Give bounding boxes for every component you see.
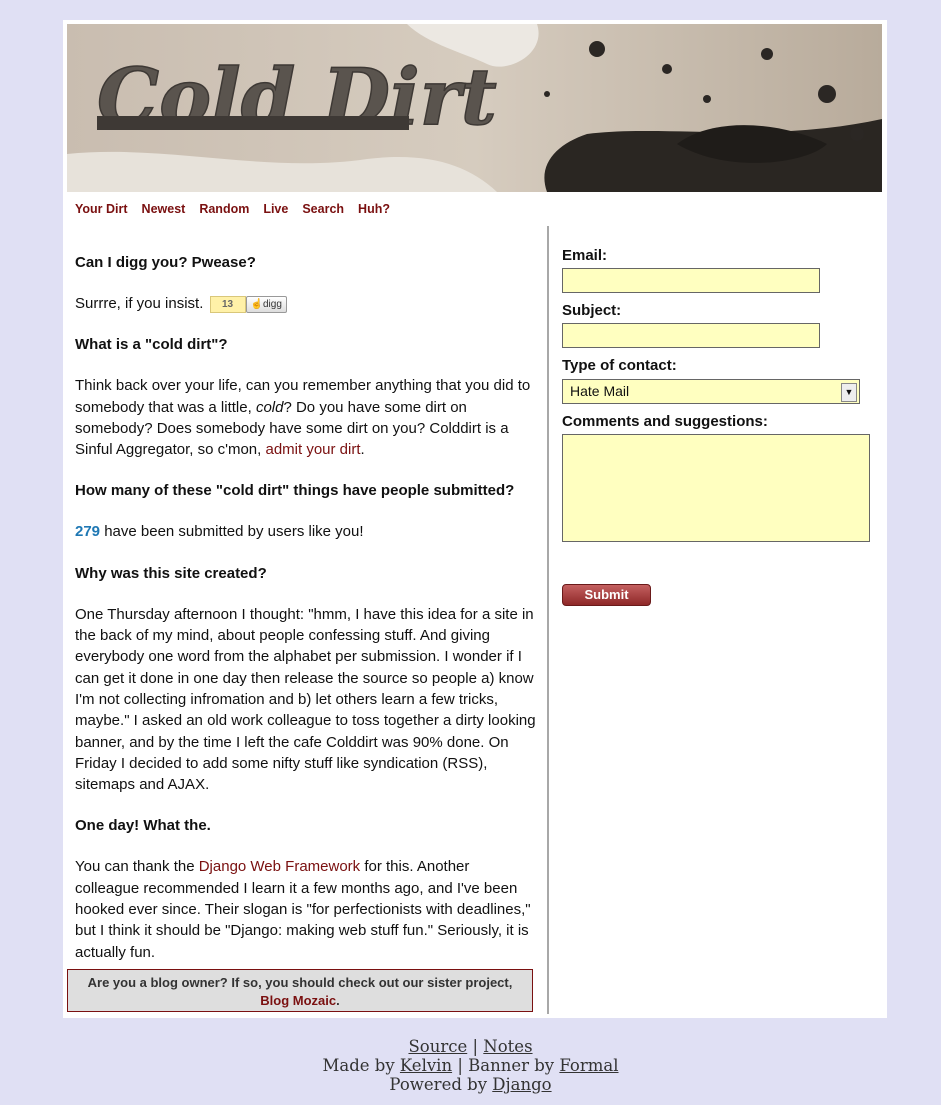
footer-line-1: Source | Notes	[408, 1037, 533, 1056]
main-nav: Your Dirt Newest Random Live Search Huh?	[75, 202, 404, 216]
submission-count: 279	[75, 523, 101, 541]
digg-widget[interactable]: 13 ☝digg	[209, 295, 287, 313]
thumbs-up-icon: ☝	[250, 298, 263, 310]
nav-huh[interactable]: Huh?	[358, 202, 390, 216]
nav-random[interactable]: Random	[199, 202, 249, 216]
site-banner[interactable]: Cold Dirt	[67, 24, 882, 192]
type-label: Type of contact:	[562, 357, 677, 374]
django-framework-link[interactable]: Django Web Framework	[199, 858, 360, 875]
contact-type-select[interactable]: Hate Mail ▼	[562, 379, 860, 404]
email-field[interactable]	[562, 268, 820, 293]
digg-count: 13	[209, 295, 246, 313]
faq-answer-count: 279 have been submitted by users like yo…	[75, 523, 364, 541]
faq-answer-digg: Surrre, if you insist. 13 ☝digg	[75, 293, 537, 314]
comments-textarea[interactable]	[562, 434, 870, 542]
submit-button[interactable]: Submit	[562, 584, 651, 606]
contact-form: Email: Subject: Type of contact: Hate Ma…	[562, 248, 870, 606]
kelvin-link[interactable]: Kelvin	[400, 1056, 452, 1075]
banner-image: Cold Dirt	[67, 24, 882, 192]
footer-line-2: Made by Kelvin | Banner by Formal	[322, 1056, 619, 1075]
nav-newest[interactable]: Newest	[142, 202, 186, 216]
footer: Source | Notes Made by Kelvin | Banner b…	[0, 1037, 941, 1094]
subject-field[interactable]	[562, 323, 820, 348]
nav-search[interactable]: Search	[302, 202, 344, 216]
sister-project-box: Are you a blog owner? If so, you should …	[67, 969, 533, 1012]
admit-your-dirt-link[interactable]: admit your dirt	[265, 441, 360, 458]
source-link[interactable]: Source	[408, 1037, 467, 1056]
chevron-down-icon[interactable]: ▼	[841, 383, 857, 402]
faq-question-why: Why was this site created?	[75, 564, 267, 582]
column-divider	[547, 226, 549, 1014]
faq-answer-why: One Thursday afternoon I thought: "hmm, …	[75, 605, 536, 794]
notes-link[interactable]: Notes	[483, 1037, 532, 1056]
faq-question-count: How many of these "cold dirt" things hav…	[75, 482, 515, 500]
faq-question-cold-dirt: What is a "cold dirt"?	[75, 336, 228, 354]
nav-your-dirt[interactable]: Your Dirt	[75, 202, 128, 216]
digg-button[interactable]: ☝digg	[245, 295, 287, 313]
faq-answer-cold-dirt: Think back over your life, can you remem…	[75, 377, 531, 459]
page-container: Cold Dirt Your Dirt Newest Random Live Searc…	[63, 20, 887, 1018]
formal-link[interactable]: Formal	[559, 1056, 618, 1075]
email-label: Email:	[562, 247, 608, 264]
nav-live[interactable]: Live	[263, 202, 288, 216]
contact-type-value: Hate Mail	[570, 383, 630, 399]
faq-question-digg: Can I digg you? Pwease?	[75, 254, 256, 271]
comments-label: Comments and suggestions:	[562, 413, 768, 430]
faq-question-one-day: One day! What the.	[75, 817, 211, 835]
blog-mozaic-link[interactable]: Blog Mozaic	[260, 993, 336, 1008]
footer-line-3: Powered by Django	[389, 1075, 552, 1094]
logo-mark: Cold Dirt	[96, 51, 497, 144]
faq-answer-one-day: You can thank the Django Web Framework f…	[75, 858, 531, 961]
subject-label: Subject:	[562, 302, 622, 319]
faq-column: Can I digg you? Pwease? Surrre, if you i…	[75, 252, 537, 963]
django-link[interactable]: Django	[492, 1075, 551, 1094]
